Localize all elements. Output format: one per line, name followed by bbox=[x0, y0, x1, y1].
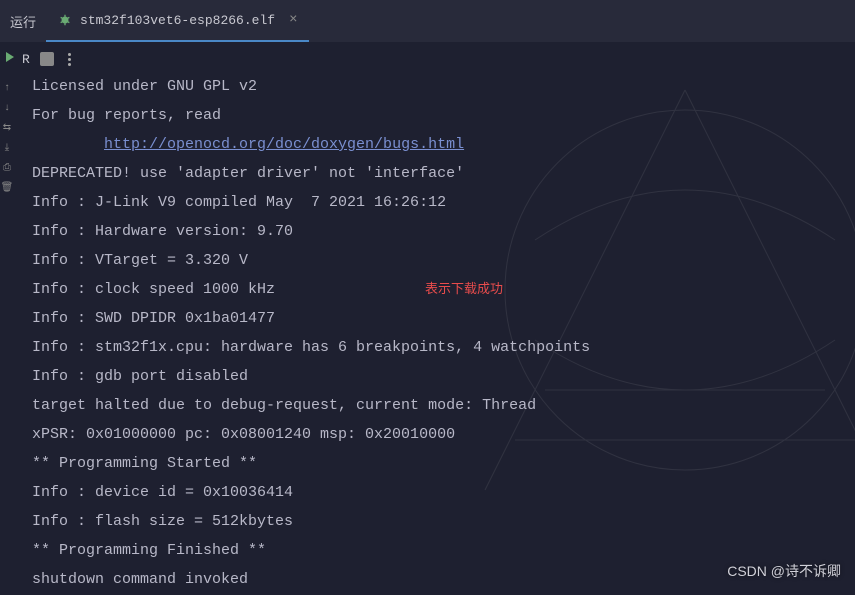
console-line: DEPRECATED! use 'adapter driver' not 'in… bbox=[32, 165, 464, 182]
bug-icon bbox=[58, 13, 72, 27]
stop-icon[interactable] bbox=[40, 52, 54, 66]
console-line: For bug reports, read bbox=[32, 107, 221, 124]
wrap-icon[interactable]: ⇆ bbox=[1, 122, 13, 134]
watermark: CSDN @诗不诉卿 bbox=[727, 561, 841, 581]
console-line: Info : VTarget = 3.320 V bbox=[32, 252, 248, 269]
console-line: Info : J-Link V9 compiled May 7 2021 16:… bbox=[32, 194, 446, 211]
export-icon[interactable]: ⤓ bbox=[1, 142, 13, 154]
trash-icon[interactable]: 🗑 bbox=[1, 182, 13, 194]
console-line: Info : clock speed 1000 kHz bbox=[32, 281, 275, 298]
console-line: Info : stm32f1x.cpu: hardware has 6 brea… bbox=[32, 339, 590, 356]
play-icon[interactable] bbox=[4, 50, 16, 68]
console-output: Licensed under GNU GPL v2 For bug report… bbox=[32, 72, 855, 595]
print-icon[interactable]: ⎙ bbox=[1, 162, 13, 174]
annotation-text: 表示下载成功 bbox=[425, 278, 503, 297]
console-line: Info : Hardware version: 9.70 bbox=[32, 223, 293, 240]
console-line: Info : device id = 0x10036414 bbox=[32, 484, 293, 501]
console-line: ** Programming Started ** bbox=[32, 455, 257, 472]
console-line: Info : flash size = 512kbytes bbox=[32, 513, 293, 530]
console-line: xPSR: 0x01000000 pc: 0x08001240 msp: 0x2… bbox=[32, 426, 455, 443]
toolbar: R bbox=[0, 42, 855, 76]
console-line: shutdown command invoked bbox=[32, 571, 248, 588]
close-icon[interactable]: × bbox=[289, 12, 297, 28]
console-line: Info : gdb port disabled bbox=[32, 368, 248, 385]
down-icon[interactable]: ↓ bbox=[1, 102, 13, 114]
console-line: Licensed under GNU GPL v2 bbox=[32, 78, 257, 95]
tab-filename: stm32f103vet6-esp8266.elf bbox=[80, 13, 275, 28]
run-label: R bbox=[22, 52, 30, 67]
side-toolbar: ↑ ↓ ⇆ ⤓ ⎙ 🗑 bbox=[0, 76, 14, 194]
up-icon[interactable]: ↑ bbox=[1, 82, 13, 94]
more-menu-icon[interactable] bbox=[64, 49, 75, 70]
console-line: Info : SWD DPIDR 0x1ba01477 bbox=[32, 310, 275, 327]
tab-bar: 运行 stm32f103vet6-esp8266.elf × bbox=[0, 0, 855, 42]
console-line: target halted due to debug-request, curr… bbox=[32, 397, 536, 414]
tab-active[interactable]: stm32f103vet6-esp8266.elf × bbox=[46, 0, 309, 42]
console-line: ** Programming Finished ** bbox=[32, 542, 266, 559]
nav-item-run[interactable]: 运行 bbox=[0, 12, 46, 31]
console-link[interactable]: http://openocd.org/doc/doxygen/bugs.html bbox=[104, 136, 464, 153]
console-line bbox=[32, 136, 104, 153]
